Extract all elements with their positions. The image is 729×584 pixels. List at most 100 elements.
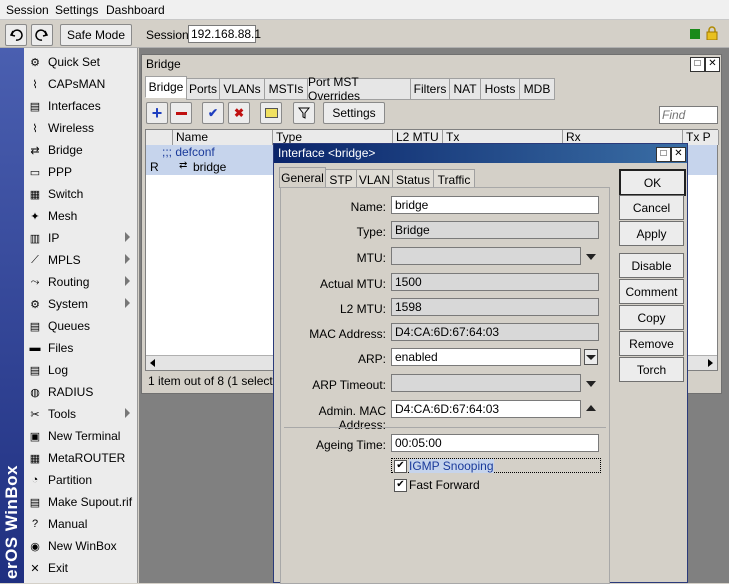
sidebar-item-label: Switch bbox=[48, 187, 84, 201]
disable-button[interactable]: Disable bbox=[619, 253, 684, 278]
sidebar-item-metarouter[interactable]: ▦ MetaROUTER bbox=[24, 447, 137, 469]
remove-button[interactable]: Remove bbox=[619, 331, 684, 356]
sidebar-item-ppp[interactable]: ▭ PPP bbox=[24, 161, 137, 183]
sidebar-item-new-winbox[interactable]: ◉ New WinBox bbox=[24, 535, 137, 557]
bridge-window-title: Bridge bbox=[142, 55, 721, 73]
comment-button[interactable] bbox=[260, 102, 282, 124]
sidebar-item-label: Make Supout.rif bbox=[48, 495, 133, 509]
close-icon[interactable]: ✕ bbox=[705, 57, 720, 72]
ageing-field[interactable]: 00:05:00 bbox=[391, 434, 599, 452]
ok-button[interactable]: OK bbox=[619, 169, 686, 196]
mtu-field[interactable] bbox=[391, 247, 581, 265]
sidebar-item-mpls[interactable]: ⟋ MPLS bbox=[24, 249, 137, 271]
cancel-button[interactable]: Cancel bbox=[619, 195, 684, 220]
sidebar-item-make-supout-rif[interactable]: ▤ Make Supout.rif bbox=[24, 491, 137, 513]
sidebar-item-label: Routing bbox=[48, 275, 90, 289]
tab-vlans[interactable]: VLANs bbox=[219, 78, 265, 100]
name-field[interactable]: bridge bbox=[391, 196, 599, 214]
apply-button[interactable]: Apply bbox=[619, 221, 684, 246]
safe-mode-button[interactable]: Safe Mode bbox=[60, 24, 132, 46]
fast-forward-checkbox-row[interactable]: ✔ Fast Forward bbox=[391, 478, 601, 493]
tab-bridge[interactable]: Bridge bbox=[145, 76, 187, 98]
comment-button[interactable]: Comment bbox=[619, 279, 684, 304]
menu-dashboard[interactable]: Dashboard bbox=[106, 3, 165, 17]
torch-button[interactable]: Torch bbox=[619, 357, 684, 382]
sidebar-item-capsman[interactable]: ⌇ CAPsMAN bbox=[24, 73, 137, 95]
sidebar-item-system[interactable]: ⚙ System bbox=[24, 293, 137, 315]
sidebar-item-partition[interactable]: ◔ Partition bbox=[24, 469, 137, 491]
arp-dropdown-button[interactable] bbox=[584, 349, 598, 365]
session-field[interactable]: 192.168.88.1 bbox=[188, 25, 261, 43]
tab-nat[interactable]: NAT bbox=[449, 78, 481, 100]
minus-icon bbox=[175, 111, 187, 115]
scroll-left-icon[interactable] bbox=[150, 359, 155, 367]
sidebar-item-label: New Terminal bbox=[48, 429, 121, 443]
sidebar-item-wireless[interactable]: ⌇ Wireless bbox=[24, 117, 137, 139]
dialog-title: Interface <bridge> bbox=[274, 144, 687, 163]
check-icon: ✔ bbox=[207, 106, 219, 120]
mpls-icon: ⟋ bbox=[31, 253, 39, 266]
type-field: Bridge bbox=[391, 221, 599, 239]
sidebar-item-tools[interactable]: ✂ Tools bbox=[24, 403, 137, 425]
arp-timeout-field[interactable] bbox=[391, 374, 581, 392]
sidebar-item-label: PPP bbox=[48, 165, 73, 179]
sidebar-item-ip[interactable]: ▥ IP bbox=[24, 227, 137, 249]
sidebar-item-label: Mesh bbox=[48, 209, 78, 223]
undo-button[interactable] bbox=[5, 24, 27, 46]
sidebar-item-queues[interactable]: ▤ Queues bbox=[24, 315, 137, 337]
menu-session[interactable]: Session bbox=[6, 3, 49, 17]
dialog-close-icon[interactable]: ✕ bbox=[671, 147, 686, 162]
igmp-snooping-checkbox[interactable]: ✔ bbox=[394, 460, 407, 473]
fast-forward-checkbox[interactable]: ✔ bbox=[394, 479, 407, 492]
sidebar-item-quick-set[interactable]: ⚙ Quick Set bbox=[24, 51, 137, 73]
scroll-right-icon[interactable] bbox=[708, 359, 713, 367]
tab-filters[interactable]: Filters bbox=[410, 78, 450, 100]
disable-button[interactable]: ✖ bbox=[228, 102, 250, 124]
tab-mdb[interactable]: MDB bbox=[519, 78, 555, 100]
l2-mtu-field: 1598 bbox=[391, 298, 599, 316]
col-txp[interactable]: Tx P bbox=[683, 130, 719, 145]
radius-icon: ◍ bbox=[30, 386, 40, 399]
sidebar-item-interfaces[interactable]: ▤ Interfaces bbox=[24, 95, 137, 117]
tab-hosts[interactable]: Hosts bbox=[480, 78, 520, 100]
igmp-snooping-checkbox-row[interactable]: ✔ IGMP Snooping bbox=[391, 458, 601, 473]
capsman-icon: ⌇ bbox=[32, 78, 38, 91]
sidebar-item-files[interactable]: ▬ Files bbox=[24, 337, 137, 359]
main-toolbar: Safe Mode Session: 192.168.88.1 bbox=[0, 21, 729, 48]
dialog-maximize-icon[interactable]: □ bbox=[656, 147, 671, 162]
sidebar-item-bridge[interactable]: ⇄ Bridge bbox=[24, 139, 137, 161]
tab-mstis[interactable]: MSTIs bbox=[264, 78, 308, 100]
sidebar-item-mesh[interactable]: ✦ Mesh bbox=[24, 205, 137, 227]
sidebar-item-routing[interactable]: ⤳ Routing bbox=[24, 271, 137, 293]
sidebar-item-radius[interactable]: ◍ RADIUS bbox=[24, 381, 137, 403]
menu-settings[interactable]: Settings bbox=[55, 3, 98, 17]
add-button[interactable]: + bbox=[146, 102, 168, 124]
redo-button[interactable] bbox=[31, 24, 53, 46]
arp-select[interactable]: enabled bbox=[391, 348, 581, 366]
sidebar-item-log[interactable]: ▤ Log bbox=[24, 359, 137, 381]
admin-mac-field[interactable]: D4:CA:6D:67:64:03 bbox=[391, 400, 581, 418]
find-input[interactable] bbox=[659, 106, 718, 124]
admin-mac-collapse-icon[interactable] bbox=[586, 405, 596, 411]
tab-ports[interactable]: Ports bbox=[186, 78, 220, 100]
sidebar-item-label: IP bbox=[48, 231, 60, 245]
arp-timeout-dropdown-icon[interactable] bbox=[586, 381, 596, 387]
tab-port-mst-overrides[interactable]: Port MST Overrides bbox=[307, 75, 411, 103]
mtu-dropdown-icon[interactable] bbox=[586, 254, 596, 260]
interfaces-icon: ▤ bbox=[29, 100, 41, 113]
col-name[interactable]: Name bbox=[173, 130, 273, 145]
settings-button[interactable]: Settings bbox=[323, 102, 385, 124]
remove-button[interactable] bbox=[170, 102, 192, 124]
filter-button[interactable] bbox=[293, 102, 315, 124]
redo-icon bbox=[35, 29, 49, 41]
sidebar-item-label: MPLS bbox=[48, 253, 81, 267]
maximize-icon[interactable]: □ bbox=[690, 57, 705, 72]
sidebar-item-manual[interactable]: ? Manual bbox=[24, 513, 137, 535]
sidebar-item-exit[interactable]: ✕ Exit bbox=[24, 557, 137, 579]
dialog-tab-general[interactable]: General bbox=[279, 167, 326, 189]
enable-button[interactable]: ✔ bbox=[202, 102, 224, 124]
sidebar-item-switch[interactable]: ▦ Switch bbox=[24, 183, 137, 205]
copy-button[interactable]: Copy bbox=[619, 305, 684, 330]
sidebar-item-new-terminal[interactable]: ▣ New Terminal bbox=[24, 425, 137, 447]
sidebar-item-label: Tools bbox=[48, 407, 77, 421]
